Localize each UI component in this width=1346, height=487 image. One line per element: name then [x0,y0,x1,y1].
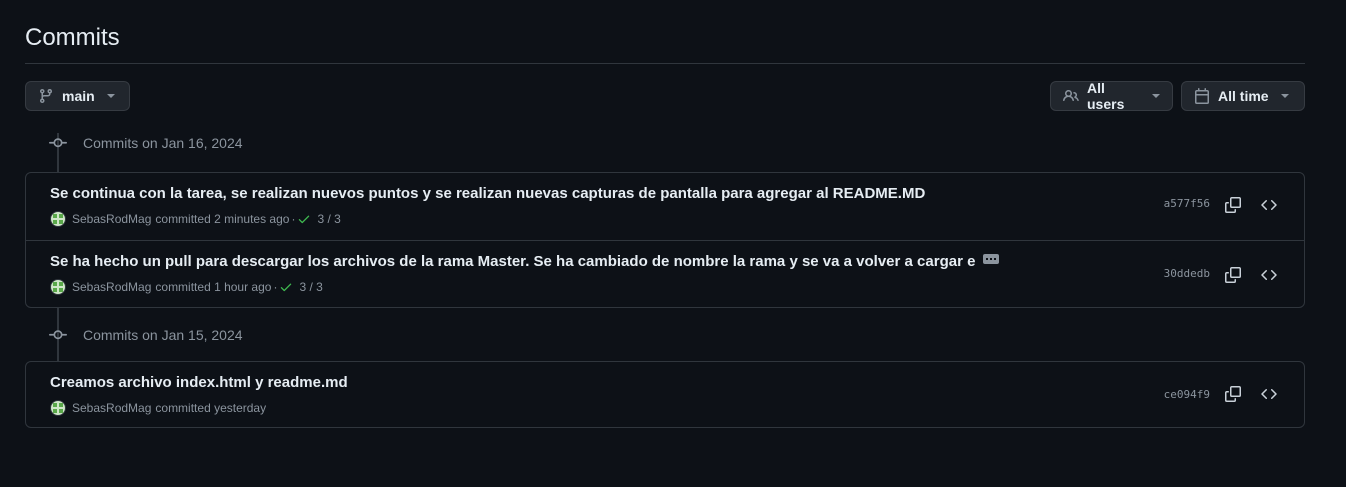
commit-row: Creamos archivo index.html y readme.md S… [26,362,1304,427]
commit-author-link[interactable]: SebasRodMag [72,280,151,294]
browse-repo-button[interactable] [1258,264,1280,286]
commit-message-link[interactable]: Creamos archivo index.html y readme.md [50,374,348,391]
commit-meta: SebasRodMag committed 2 minutes ago · 3 … [50,211,341,227]
checks-status[interactable]: 3 / 3 [297,212,341,226]
commit-group-date: Commits on Jan 15, 2024 [83,327,243,343]
browse-repo-button[interactable] [1258,194,1280,216]
chevron-down-icon [1152,94,1160,98]
calendar-icon [1195,88,1209,104]
chevron-down-icon [106,94,115,98]
commit-list: Creamos archivo index.html y readme.md S… [25,361,1305,428]
time-filter-button[interactable]: All time [1181,81,1305,111]
ellipsis-icon[interactable] [983,254,1000,265]
checks-status[interactable]: 3 / 3 [279,280,323,294]
commit-group-header: Commits on Jan 15, 2024 [49,325,243,345]
chevron-down-icon [1280,94,1289,98]
branch-label: main [62,88,95,104]
commit-message-link: Se ha hecho un pull para descargar los a… [50,253,1000,270]
commit-time-text: committed yesterday [155,401,267,415]
commit-message-text[interactable]: Se ha hecho un pull para descargar los a… [50,253,975,270]
commit-author-link[interactable]: SebasRodMag [72,212,151,226]
commit-group-header: Commits on Jan 16, 2024 [49,133,243,153]
commit-time-text: committed 2 minutes ago [155,212,290,226]
avatar[interactable] [50,400,66,416]
checks-count: 3 / 3 [299,280,323,294]
users-filter-button[interactable]: All users [1050,80,1173,112]
copy-icon [1225,267,1241,283]
copy-sha-button[interactable] [1222,383,1244,405]
commit-time-text: committed 1 hour ago [155,280,272,294]
avatar[interactable] [50,279,66,295]
commit-author-link[interactable]: SebasRodMag [72,401,151,415]
commit-group-date: Commits on Jan 16, 2024 [83,135,243,151]
meta-separator: · [273,280,278,294]
commit-sha-link[interactable]: a577f56 [1164,197,1210,210]
code-icon [1261,388,1277,400]
copy-icon [1225,386,1241,402]
commit-meta: SebasRodMag committed yesterday [50,400,266,416]
code-icon [1261,269,1277,281]
title-divider [25,63,1305,64]
checks-count: 3 / 3 [317,212,341,226]
git-commit-icon [49,138,67,148]
time-filter-label: All time [1218,88,1269,104]
people-icon [1063,89,1079,102]
commit-meta: SebasRodMag committed 1 hour ago · 3 / 3 [50,279,323,295]
copy-sha-button[interactable] [1222,264,1244,286]
branch-selector-button[interactable]: main [25,81,130,111]
commit-message-link[interactable]: Se continua con la tarea, se realizan nu… [50,185,925,202]
avatar[interactable] [50,211,66,227]
check-icon [299,215,310,224]
commit-sha-link[interactable]: ce094f9 [1164,388,1210,401]
commit-row: Se continua con la tarea, se realizan nu… [26,173,1304,240]
check-icon [281,283,292,292]
meta-separator: · [291,212,296,226]
copy-icon [1225,197,1241,213]
code-icon [1261,199,1277,211]
git-commit-icon [49,330,67,340]
commit-sha-link[interactable]: 30ddedb [1164,267,1210,280]
copy-sha-button[interactable] [1222,194,1244,216]
browse-repo-button[interactable] [1258,383,1280,405]
page-title: Commits [25,24,120,51]
git-branch-icon [39,89,52,104]
users-filter-label: All users [1087,80,1125,112]
commits-page: Commits main All users All time Commits … [0,0,1346,487]
commit-list: Se continua con la tarea, se realizan nu… [25,172,1305,308]
commit-row: Se ha hecho un pull para descargar los a… [26,240,1304,307]
